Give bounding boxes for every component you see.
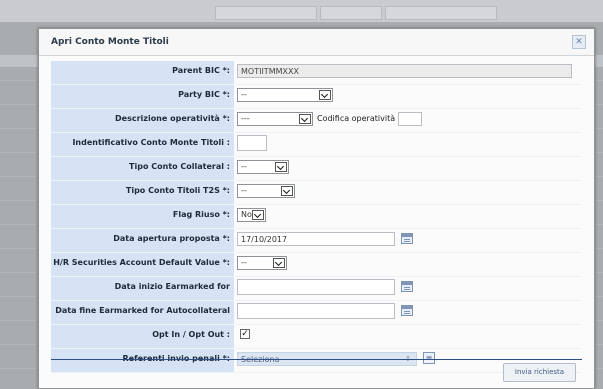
background-tab [385,6,497,20]
descrizione-value: --- [241,114,250,123]
party-bic-value: -- [241,90,247,99]
flag-riuso-value: No [241,210,252,219]
background-tab [320,6,382,20]
party-bic-label: Party BIC *: [178,90,230,99]
identificativo-field[interactable] [237,135,267,151]
row-flag-riuso: Flag Riuso *: No [51,205,582,229]
footer-divider [51,359,582,360]
list-icon[interactable]: ≡ [423,352,435,364]
descrizione-label: Descrizione operatività *: [115,114,230,123]
hr-default-select[interactable]: -- [237,256,287,270]
dialog-titlebar: Apri Conto Monte Titoli ✕ [39,29,594,56]
row-identificativo: Indentificativo Conto Monte Titoli : [51,133,582,157]
chevron-down-icon [275,162,287,172]
row-data-apertura: Data apertura proposta *: 17/10/2017 [51,229,582,253]
background-tab [215,6,317,20]
codifica-field[interactable] [398,112,422,126]
parent-bic-label: Parent BIC *: [172,66,230,75]
calendar-icon[interactable] [401,281,413,292]
tipo-t2s-value: -- [241,186,247,195]
calendar-icon[interactable] [401,305,413,316]
row-tipo-collateral: Tipo Conto Collateral : -- [51,157,582,181]
dialog-title: Apri Conto Monte Titoli [51,37,169,47]
chevron-down-icon [252,210,264,220]
data-apertura-label: Data apertura proposta *: [113,234,230,243]
tipo-collateral-value: -- [241,162,247,171]
chevron-down-icon [273,258,285,268]
descrizione-select[interactable]: --- [237,112,313,126]
row-parent-bic: Parent BIC *: MOTIITMMXXX [51,61,582,85]
opt-in-label: Opt In / Opt Out : [152,330,230,339]
row-data-inizio: Data inizio Earmarked for Autocollateral… [51,277,582,311]
identificativo-label: Indentificativo Conto Monte Titoli : [72,138,230,147]
invia-richiesta-button[interactable]: Invia richiesta [503,363,576,382]
tipo-t2s-label: Tipo Conto Titoli T2S *: [125,186,230,195]
data-fine-field[interactable] [237,303,395,319]
tipo-collateral-label: Tipo Conto Collateral : [129,162,230,171]
chevron-down-icon [319,90,331,100]
close-icon[interactable]: ✕ [572,35,586,49]
party-bic-select[interactable]: -- [237,88,333,102]
flag-riuso-label: Flag Riuso *: [172,210,230,219]
hr-default-label: H/R Securities Account Default Value *: [53,258,230,267]
row-tipo-t2s: Tipo Conto Titoli T2S *: -- [51,181,582,205]
opt-in-checkbox[interactable]: ✓ [240,329,250,339]
data-apertura-field[interactable]: 17/10/2017 [237,232,395,246]
codifica-label: Codifica operatività : [317,114,401,123]
row-data-fine: Data fine Earmarked for Autocollateral : [51,301,582,335]
chevron-down-icon [299,114,311,124]
parent-bic-field: MOTIITMMXXX [237,64,572,78]
row-hr-default: H/R Securities Account Default Value *: … [51,253,582,277]
row-descrizione: Descrizione operatività *: --- Codifica … [51,109,582,133]
row-party-bic: Party BIC *: -- [51,85,582,109]
tipo-collateral-select[interactable]: -- [237,160,289,174]
chevron-down-icon [281,186,293,196]
tipo-t2s-select[interactable]: -- [237,184,295,198]
row-opt-in: Opt In / Opt Out : ✓ [51,325,582,349]
apri-conto-dialog: Apri Conto Monte Titoli ✕ Parent BIC *: … [38,28,595,389]
flag-riuso-select[interactable]: No [237,208,266,222]
calendar-icon[interactable] [401,233,413,244]
hr-default-value: -- [241,258,247,267]
data-inizio-field[interactable] [237,279,395,295]
